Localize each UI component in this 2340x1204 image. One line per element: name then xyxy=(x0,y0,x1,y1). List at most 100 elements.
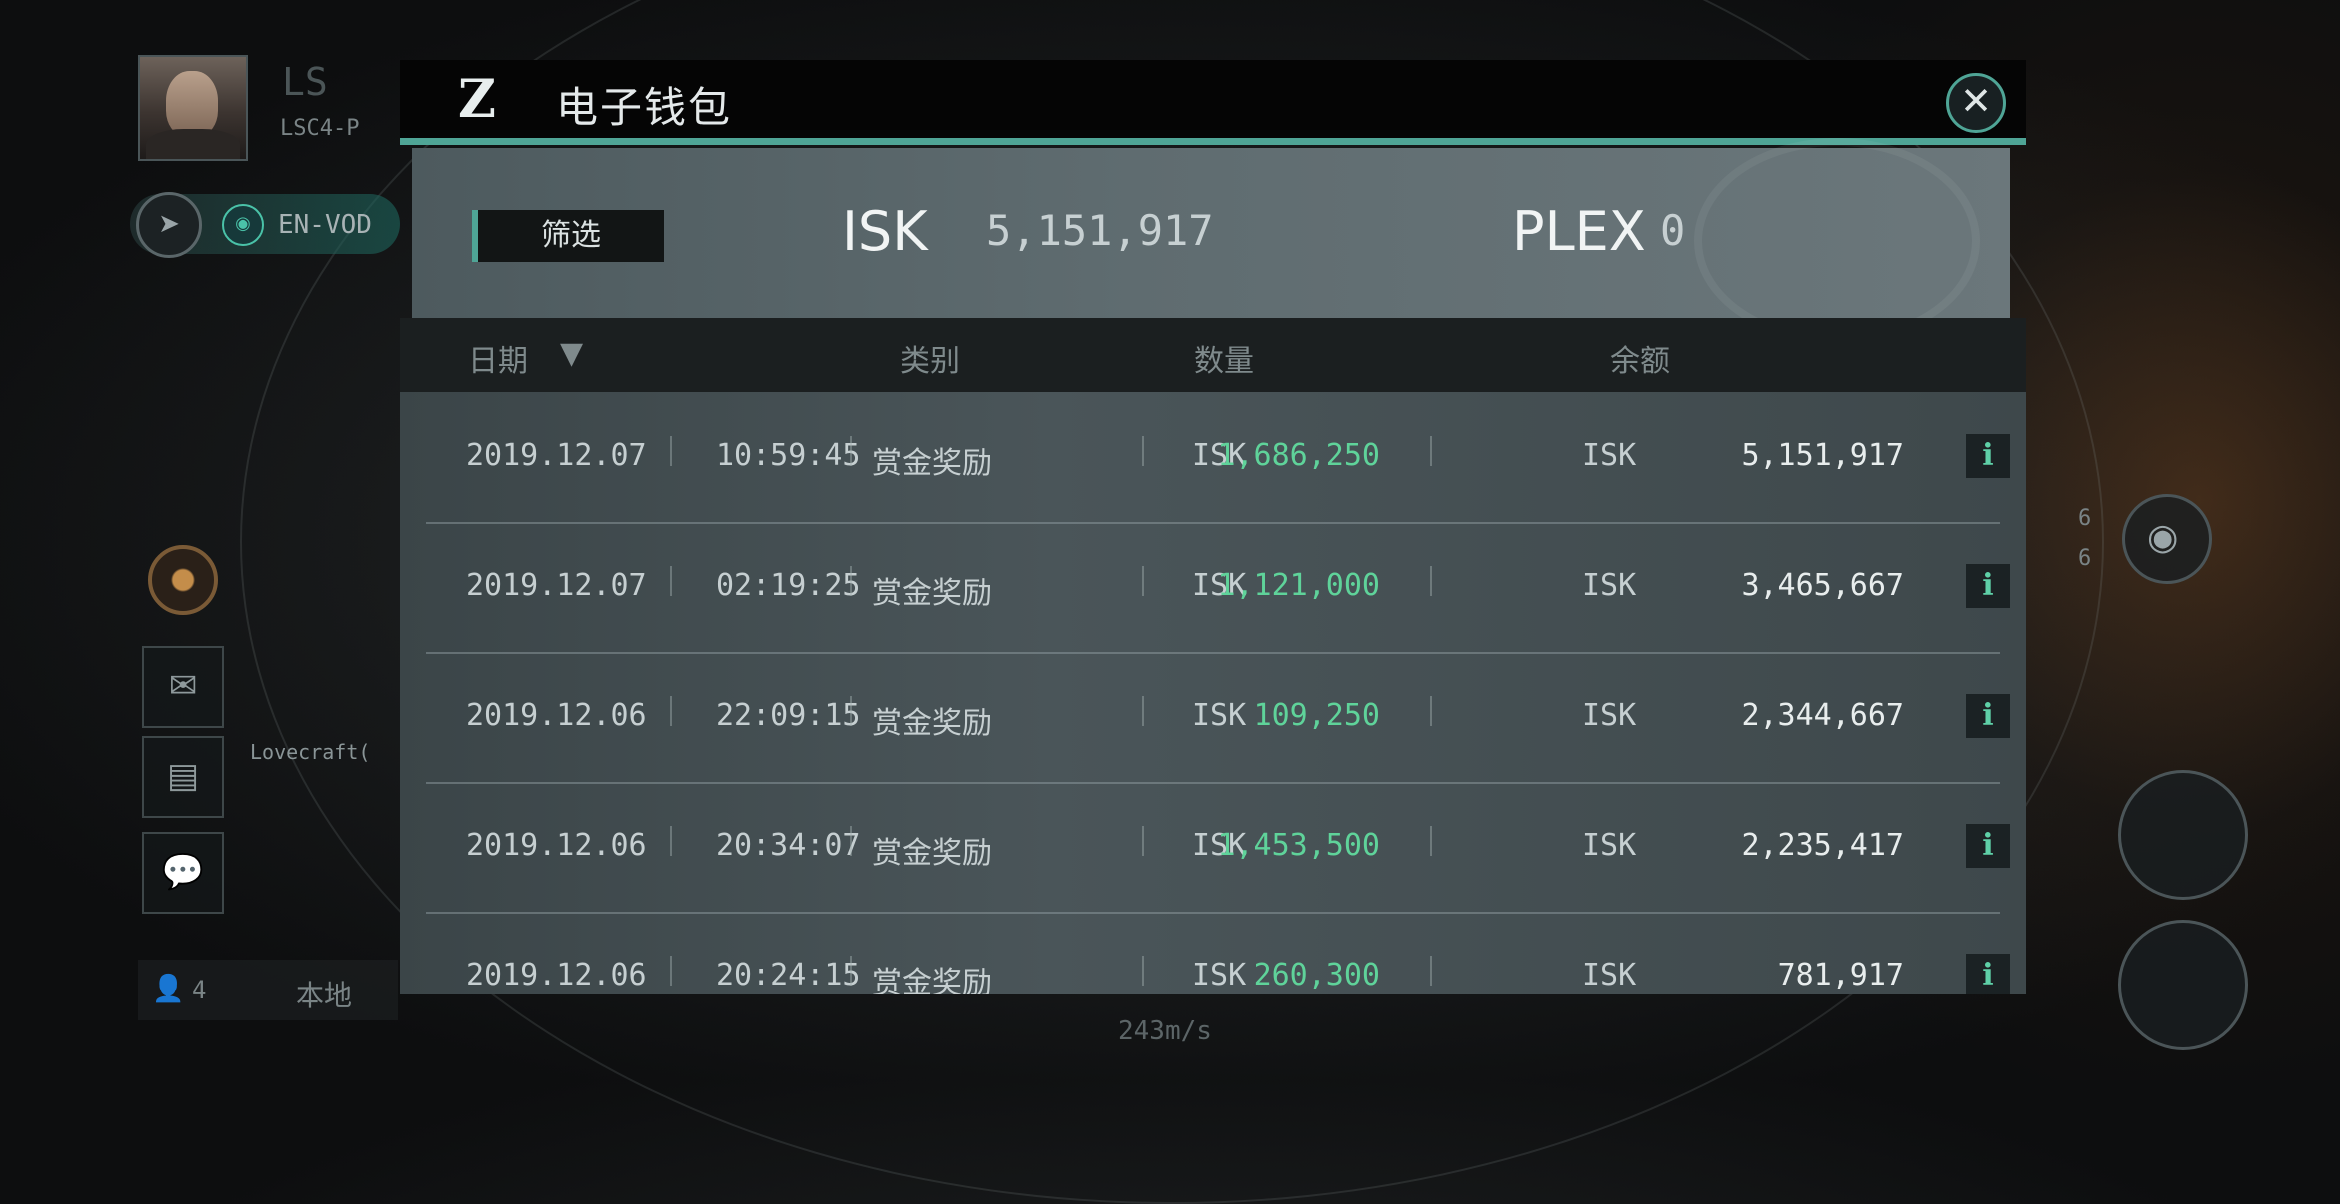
row-amount: 109,250 xyxy=(1253,698,1380,733)
wallet-summary: 筛选 ISK 5,151,917 PLEX 0 xyxy=(412,138,2010,344)
row-date: 2019.12.07 xyxy=(466,568,647,603)
row-time: 22:09:15 xyxy=(716,698,861,733)
eye-icon[interactable]: ◉ xyxy=(2122,494,2212,584)
row-date: 2019.12.06 xyxy=(466,958,647,993)
row-balance-currency: ISK xyxy=(1582,698,1637,733)
plex-balance: 0 xyxy=(1660,206,1686,255)
divider xyxy=(1142,956,1144,986)
row-category: 赏金奖励 xyxy=(872,446,992,481)
column-category[interactable]: 类别 xyxy=(900,336,960,380)
divider xyxy=(1430,696,1432,726)
column-quantity[interactable]: 数量 xyxy=(1194,336,1254,380)
overview-count-1: 6 xyxy=(2078,506,2092,531)
row-balance-currency: ISK xyxy=(1582,568,1637,603)
overview-count-2: 6 xyxy=(2078,546,2092,571)
table-row[interactable]: 2019.12.06 22:09:15 赏金奖励 ISK 109,250 ISK… xyxy=(426,652,2010,784)
isk-label: ISK xyxy=(842,200,928,263)
avatar-face xyxy=(166,71,218,137)
local-count: 4 xyxy=(192,976,207,1004)
divider xyxy=(850,826,852,856)
divider xyxy=(670,826,672,856)
divider xyxy=(1142,566,1144,596)
row-category: 赏金奖励 xyxy=(872,836,992,871)
speed-readout: 243m/s xyxy=(1118,1016,1212,1046)
divider xyxy=(670,956,672,986)
divider xyxy=(1142,436,1144,466)
row-balance: 3,465,667 xyxy=(1741,568,1904,603)
row-balance: 781,917 xyxy=(1777,958,1904,993)
column-date[interactable]: 日期 xyxy=(468,336,528,380)
chevron-down-icon[interactable]: ▼ xyxy=(560,336,590,371)
wallet-title: 电子钱包 xyxy=(556,83,733,132)
agency-icon[interactable]: ▤ xyxy=(142,736,224,818)
autopilot-icon[interactable]: ➤ xyxy=(136,192,202,258)
divider xyxy=(850,436,852,466)
divider xyxy=(850,566,852,596)
column-balance[interactable]: 余额 xyxy=(1610,336,1670,380)
destination-label: EN-VOD xyxy=(278,210,372,240)
isk-balance: 5,151,917 xyxy=(986,206,1214,255)
row-time: 10:59:45 xyxy=(716,438,861,473)
pilot-name-label: Lovecraft( xyxy=(250,740,371,764)
divider xyxy=(850,696,852,726)
row-time: 20:24:15 xyxy=(716,958,861,993)
local-channel-bar[interactable]: 👤 4 本地 xyxy=(138,960,398,1020)
row-time: 02:19:25 xyxy=(716,568,861,603)
row-amount: 1,686,250 xyxy=(1217,438,1380,473)
table-row[interactable]: 2019.12.07 02:19:25 赏金奖励 ISK 1,121,000 I… xyxy=(426,522,2010,654)
row-balance: 2,235,417 xyxy=(1741,828,1904,863)
divider xyxy=(670,566,672,596)
weapon-module-icon[interactable] xyxy=(2118,770,2248,900)
neocom-logo-icon: Z xyxy=(458,69,496,130)
plex-label: PLEX xyxy=(1512,200,1646,263)
divider xyxy=(670,436,672,466)
titlebar-accent xyxy=(400,138,2026,145)
local-channel-label: 本地 xyxy=(296,979,353,1012)
row-balance-currency: ISK xyxy=(1582,828,1637,863)
target-icon[interactable] xyxy=(148,545,218,615)
waypoint-icon[interactable]: ◉ xyxy=(222,204,264,246)
row-amount: 1,121,000 xyxy=(1217,568,1380,603)
filter-button[interactable]: 筛选 xyxy=(472,210,664,262)
mail-icon[interactable]: ✉ xyxy=(142,646,224,728)
info-icon[interactable]: i xyxy=(1966,434,2010,478)
divider xyxy=(1430,566,1432,596)
faction-emblem-icon xyxy=(1694,138,1980,344)
table-row[interactable]: 2019.12.06 20:34:07 赏金奖励 ISK 1,453,500 I… xyxy=(426,782,2010,914)
divider xyxy=(1142,826,1144,856)
chat-icon[interactable]: 💬 xyxy=(142,832,224,914)
info-icon[interactable]: i xyxy=(1966,824,2010,868)
row-category: 赏金奖励 xyxy=(872,706,992,741)
system-short-label: LS xyxy=(282,60,328,104)
table-row[interactable]: 2019.12.06 20:24:15 赏金奖励 ISK 260,300 ISK… xyxy=(426,912,2010,994)
system-code-label: LSC4-P xyxy=(280,116,360,141)
table-row[interactable]: 2019.12.07 10:59:45 赏金奖励 ISK 1,686,250 I… xyxy=(426,392,2010,524)
row-category: 赏金奖励 xyxy=(872,966,992,994)
divider xyxy=(1142,696,1144,726)
divider xyxy=(1430,956,1432,986)
row-date: 2019.12.07 xyxy=(466,438,647,473)
row-amount: 1,453,500 xyxy=(1217,828,1380,863)
info-icon[interactable]: i xyxy=(1966,954,2010,994)
divider xyxy=(670,696,672,726)
row-balance: 2,344,667 xyxy=(1741,698,1904,733)
row-amount: 260,300 xyxy=(1253,958,1380,993)
pilot-avatar[interactable] xyxy=(138,55,248,161)
row-date: 2019.12.06 xyxy=(466,698,647,733)
row-balance-currency: ISK xyxy=(1582,438,1637,473)
drone-module-icon[interactable] xyxy=(2118,920,2248,1050)
row-date: 2019.12.06 xyxy=(466,828,647,863)
people-icon: 👤 xyxy=(152,974,185,1004)
close-icon[interactable]: ✕ xyxy=(1946,73,2006,133)
info-icon[interactable]: i xyxy=(1966,694,2010,738)
avatar-body xyxy=(146,129,240,159)
transactions-list[interactable]: 2019.12.07 10:59:45 赏金奖励 ISK 1,686,250 I… xyxy=(400,392,2026,994)
row-balance-currency: ISK xyxy=(1582,958,1637,993)
row-balance: 5,151,917 xyxy=(1741,438,1904,473)
divider xyxy=(1430,826,1432,856)
wallet-window: Z 电子钱包 ✕ 筛选 ISK 5,151,917 PLEX 0 日期 ▼ 类别… xyxy=(400,60,2026,994)
info-icon[interactable]: i xyxy=(1966,564,2010,608)
divider xyxy=(850,956,852,986)
row-time: 20:34:07 xyxy=(716,828,861,863)
transactions-header: 日期 ▼ 类别 数量 余额 xyxy=(400,318,2026,392)
